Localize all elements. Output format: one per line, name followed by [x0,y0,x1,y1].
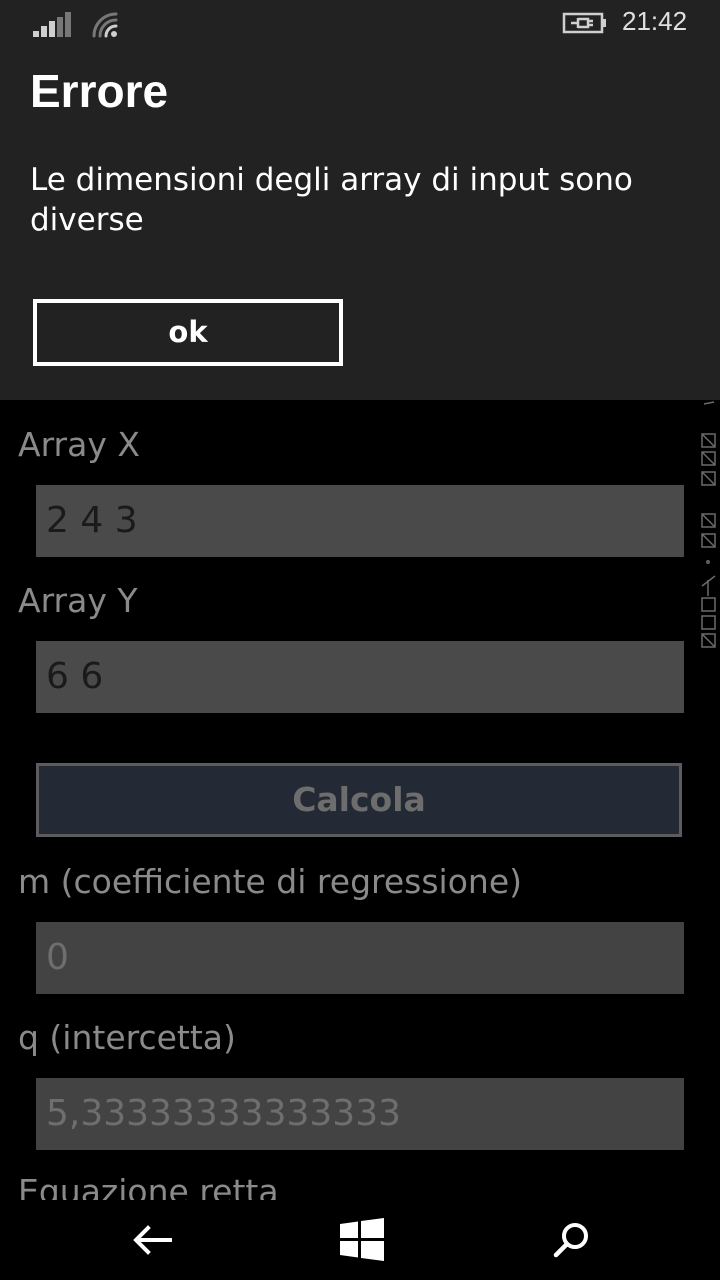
array-x-label: Array X [18,425,140,464]
signal-icon [33,12,73,37]
q-label: q (intercetta) [18,1018,236,1057]
battery-charging-icon [562,12,606,34]
navigation-bar [0,1200,720,1280]
q-output-field: 5,33333333333333 [36,1078,684,1150]
calcola-button[interactable]: Calcola [36,763,682,837]
status-bar: 21:42 [0,0,720,48]
wifi-icon [92,12,118,38]
array-y-input[interactable]: 6 6 [36,641,684,713]
m-output-field: 0 [36,922,684,994]
m-label: m (coefficiente di regressione) [18,862,522,901]
dialog-message: Le dimensioni degli array di input sono … [30,162,633,238]
error-dialog: 21:42 Errore Le dimensioni degli array d… [0,0,720,400]
windows-icon[interactable] [338,1216,386,1264]
search-icon[interactable] [548,1216,596,1264]
ok-button[interactable]: ok [33,299,343,366]
array-y-label: Array Y [18,581,138,620]
array-x-input[interactable]: 2 4 3 [36,485,684,557]
clock: 21:42 [622,6,688,36]
scroll-indicator [700,400,718,660]
dialog-title: Errore [30,65,169,117]
back-icon[interactable] [128,1216,176,1264]
equazione-label: Equazione retta [18,1172,279,1200]
